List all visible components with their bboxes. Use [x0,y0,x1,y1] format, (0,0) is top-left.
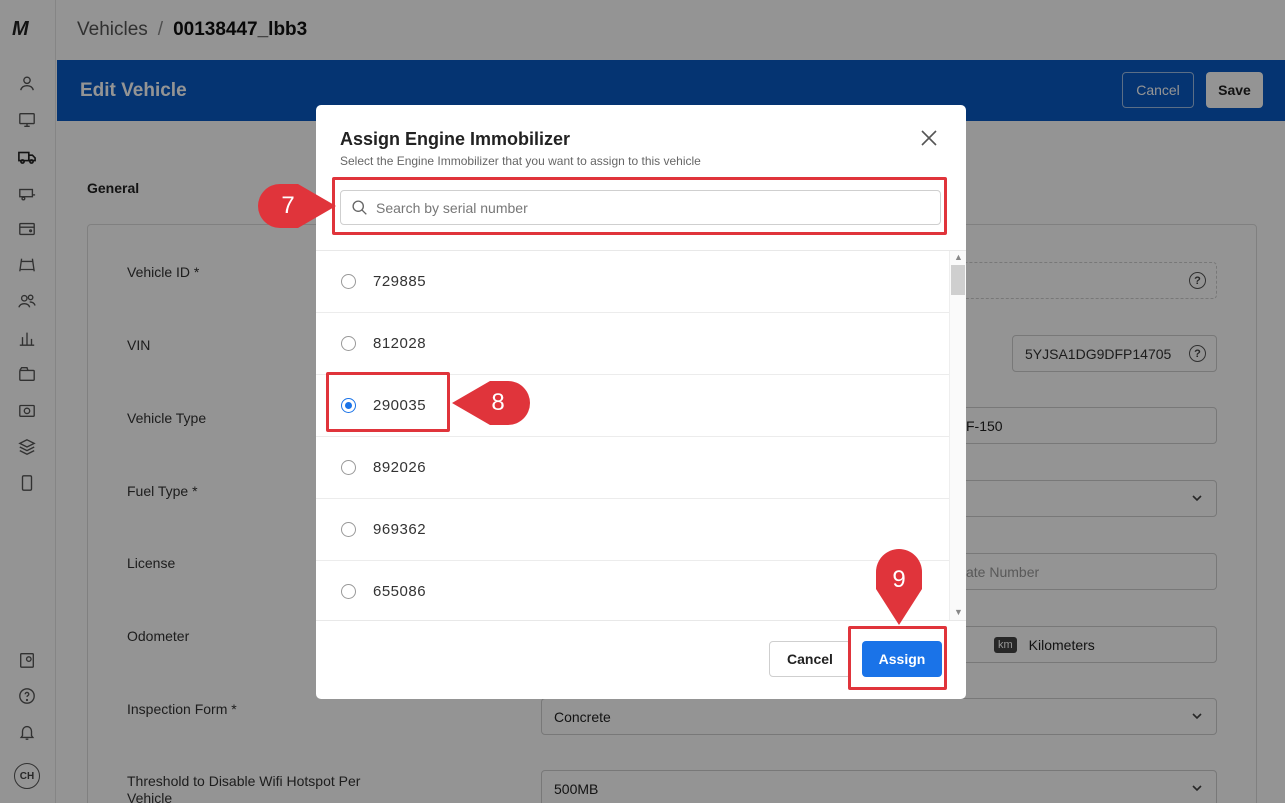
radio-button-selected[interactable] [341,398,356,413]
step-9-number: 9 [892,566,906,593]
list-scrollbar[interactable]: ▲ ▼ [949,251,966,620]
step-7-number: 7 [281,192,295,219]
assign-immobilizer-dialog: Assign Engine Immobilizer Select the Eng… [316,105,966,699]
list-item[interactable]: 969362 [316,499,949,561]
list-item[interactable]: 655086 [316,561,949,620]
serial-number: 655086 [373,583,427,600]
radio-button[interactable] [341,584,356,599]
radio-button[interactable] [341,460,356,475]
dialog-cancel-button[interactable]: Cancel [769,641,851,677]
step-8-callout: 8 [452,381,530,425]
search-icon [352,200,367,215]
immobilizer-list: 729885 812028 290035 892026 969362 65508… [316,250,966,620]
serial-number: 812028 [373,335,427,352]
close-icon[interactable] [919,128,939,148]
serial-number: 729885 [373,273,427,290]
dialog-title: Assign Engine Immobilizer [340,129,571,149]
radio-button[interactable] [341,274,356,289]
dialog-footer: Cancel Assign [316,620,966,699]
radio-button[interactable] [341,522,356,537]
scroll-up-icon[interactable]: ▲ [954,252,963,262]
scroll-thumb[interactable] [951,265,965,295]
step-7-callout: 7 [258,184,336,228]
list-item[interactable]: 812028 [316,313,949,375]
list-item[interactable]: 290035 [316,375,949,437]
step-9-callout: 9 [876,549,922,625]
scroll-down-icon[interactable]: ▼ [954,607,963,617]
search-field[interactable] [340,190,941,225]
list-item[interactable]: 729885 [316,251,949,313]
serial-number: 892026 [373,459,427,476]
serial-number: 290035 [373,397,427,414]
serial-number: 969362 [373,521,427,538]
assign-button[interactable]: Assign [862,641,942,677]
step-8-number: 8 [491,389,505,416]
radio-button[interactable] [341,336,356,351]
list-item[interactable]: 892026 [316,437,949,499]
search-input[interactable] [376,199,916,216]
dialog-subtitle: Select the Engine Immobilizer that you w… [340,154,701,168]
